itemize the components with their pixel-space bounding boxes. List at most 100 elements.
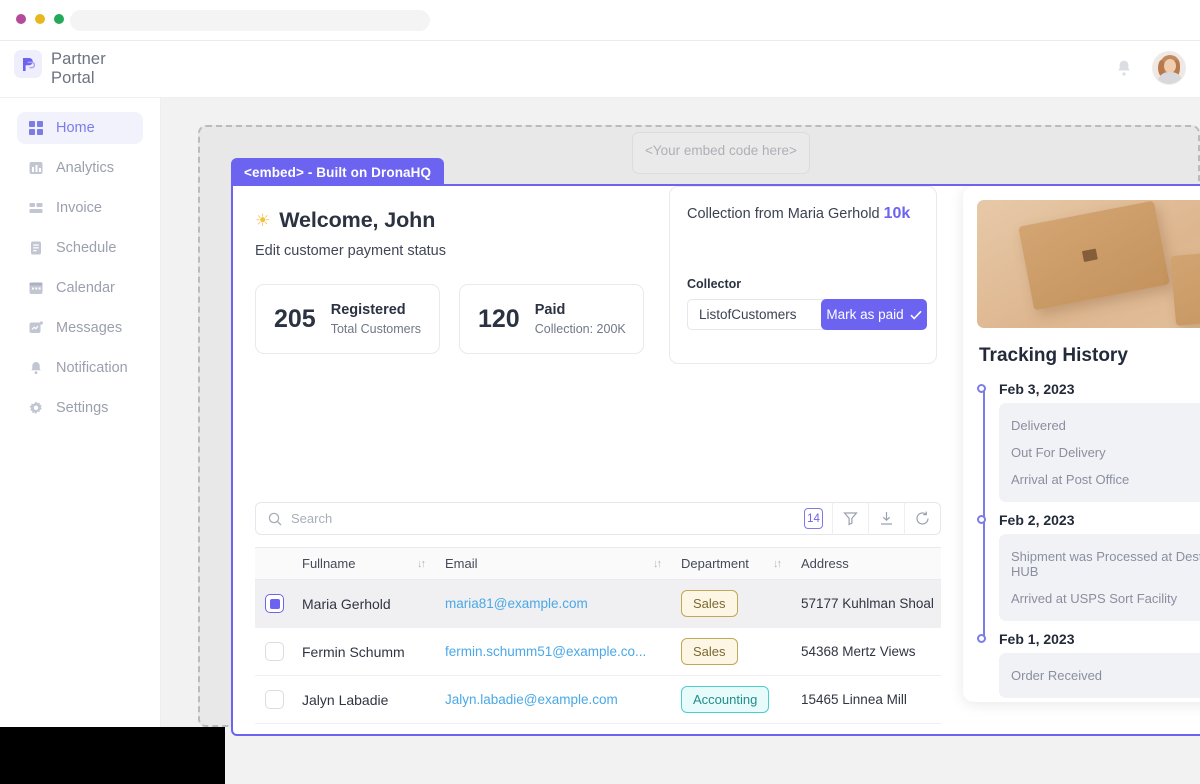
cell-fullname: Fermin Schumm <box>302 643 405 660</box>
row-checkbox[interactable] <box>265 642 284 661</box>
stat-card-paid: 120 Paid Collection: 200K <box>459 284 644 354</box>
refresh-icon[interactable] <box>905 502 940 535</box>
collector-field-label: Collector <box>687 277 742 291</box>
table-toolbar: Search 14 <box>255 502 941 535</box>
sidebar-item-label: Home <box>56 120 95 136</box>
row-checkbox-cell[interactable] <box>255 642 294 661</box>
status-badge: Sales <box>681 590 738 617</box>
minimize-window-dot[interactable] <box>35 14 45 24</box>
cell-email[interactable]: Jalyn.labadie@example.com <box>437 692 673 707</box>
sidebar-item-invoice[interactable]: Invoice <box>17 192 143 224</box>
sidebar-item-schedule[interactable]: Schedule <box>17 232 143 264</box>
app-header: Partner Portal <box>0 41 1200 98</box>
sidebar-item-settings[interactable]: Settings <box>17 392 143 424</box>
stat-card-registered: 205 Registered Total Customers <box>255 284 440 354</box>
embedded-app: ☀ Welcome, John Edit customer payment st… <box>231 184 1200 736</box>
timeline-date: Feb 2, 2023 <box>977 512 1200 528</box>
cell-email[interactable]: maria81@example.com <box>437 596 673 611</box>
row-checkbox-cell[interactable] <box>255 690 294 709</box>
cell-department: Sales <box>673 590 793 617</box>
sidebar-item-analytics[interactable]: Analytics <box>17 152 143 184</box>
timeline-dot-icon <box>977 634 986 643</box>
address-bar[interactable] <box>70 10 430 31</box>
timeline-event: Order Received <box>1011 668 1103 683</box>
small-box-shape <box>1170 248 1200 326</box>
sidebar-item-label: Messages <box>56 320 123 336</box>
filter-icon[interactable] <box>833 502 868 535</box>
timeline-date: Feb 3, 2023 <box>977 381 1200 397</box>
sidebar-item-home[interactable]: Home <box>17 112 143 144</box>
sort-icon: ↓↑ <box>653 557 662 570</box>
sidebar-item-messages[interactable]: Messages <box>17 312 143 344</box>
avatar[interactable] <box>1152 51 1186 85</box>
column-label: Address <box>801 556 849 571</box>
cell-address: 57177 Kuhlman Shoal <box>801 596 934 611</box>
cell-email[interactable]: fermin.schumm51@example.co... <box>437 644 673 659</box>
collector-row: ListofCustomers Mark as paid <box>687 299 927 330</box>
status-badge: Accounting <box>681 686 770 713</box>
calendar-icon <box>28 281 43 296</box>
timeline-group: Feb 1, 2023 Order Received <box>977 631 1200 698</box>
table-row[interactable]: Fermin Schumm fermin.schumm51@example.co… <box>255 628 941 676</box>
cell-department: HR <box>673 734 793 736</box>
maximize-window-dot[interactable] <box>54 14 64 24</box>
timeline-event: Out For Delivery <box>1011 445 1106 460</box>
download-icon[interactable] <box>869 502 904 535</box>
gear-icon <box>28 401 43 416</box>
brand-name: Partner Portal <box>51 50 106 87</box>
timeline-event: Arrived at USPS Sort Facility <box>1011 591 1178 606</box>
large-box-shape <box>1018 200 1170 311</box>
cell-address: 54368 Mertz Views <box>801 644 916 659</box>
screen-letterbox-bar <box>0 727 225 784</box>
invoice-icon <box>28 201 43 216</box>
timeline-date: Feb 1, 2023 <box>977 631 1200 647</box>
table-row[interactable]: Garrick Wayne garrick77@@example.com HR … <box>255 724 941 736</box>
collection-title: Collection from Maria Gerhold 10k <box>687 205 919 223</box>
cell-address: 15465 Linnea Mill <box>801 692 907 707</box>
close-window-dot[interactable] <box>16 14 26 24</box>
sidebar-item-label: Settings <box>56 400 109 416</box>
document-icon <box>28 241 43 256</box>
row-checkbox[interactable] <box>265 594 284 613</box>
timeline-events: Delivered Out For Delivery Arrival at Po… <box>999 403 1200 502</box>
timeline-date-label: Feb 1, 2023 <box>999 631 1075 647</box>
bell-icon[interactable] <box>1116 59 1132 77</box>
column-label: Department <box>681 556 749 571</box>
column-header-email[interactable]: Email ↓↑ <box>437 556 673 571</box>
row-checkbox[interactable] <box>265 690 284 709</box>
cell-department: Sales <box>673 638 793 665</box>
column-header-fullname[interactable]: Fullname ↓↑ <box>294 556 437 571</box>
column-header-address[interactable]: Address <box>793 556 941 571</box>
table-row[interactable]: Jalyn Labadie Jalyn.labadie@example.com … <box>255 676 941 724</box>
mark-as-paid-button[interactable]: Mark as paid <box>821 299 927 330</box>
tracking-title: Tracking History <box>979 345 1128 366</box>
sidebar-item-notification[interactable]: Notification <box>17 352 143 384</box>
timeline-events: Order Received <box>999 653 1200 698</box>
sidebar-item-calendar[interactable]: Calendar <box>17 272 143 304</box>
row-checkbox-cell[interactable] <box>255 594 294 613</box>
message-icon <box>28 321 43 336</box>
row-count-badge[interactable]: 14 <box>804 508 823 529</box>
search-placeholder: Search <box>291 511 333 526</box>
timeline-dot-icon <box>977 384 986 393</box>
sort-icon: ↓↑ <box>417 557 426 570</box>
embed-code-placeholder[interactable]: <Your embed code here> <box>632 132 810 174</box>
page-canvas: <Your embed code here> <embed> - Built o… <box>161 98 1200 784</box>
column-header-department[interactable]: Department ↓↑ <box>673 556 793 571</box>
sort-icon: ↓↑ <box>773 557 782 570</box>
mark-as-paid-label: Mark as paid <box>826 307 904 322</box>
cell-fullname: Maria Gerhold <box>302 595 391 612</box>
cell-department: Accounting <box>673 686 793 713</box>
embed-tab-label: <embed> - Built on DronaHQ <box>231 158 444 186</box>
search-input[interactable]: Search <box>256 511 804 526</box>
timeline-group: Feb 3, 2023 Delivered Out For Delivery A… <box>977 381 1200 502</box>
grid-icon <box>28 121 43 136</box>
collector-input[interactable]: ListofCustomers <box>687 299 825 330</box>
collection-amount: 10k <box>883 205 911 222</box>
sidebar-item-label: Invoice <box>56 200 102 216</box>
table-row[interactable]: Maria Gerhold maria81@example.com Sales … <box>255 580 941 628</box>
brand[interactable]: Partner Portal <box>14 50 125 88</box>
stat-value: 120 <box>478 304 520 333</box>
collection-title-text: Collection from Maria Gerhold <box>687 206 880 222</box>
status-badge: Sales <box>681 638 738 665</box>
